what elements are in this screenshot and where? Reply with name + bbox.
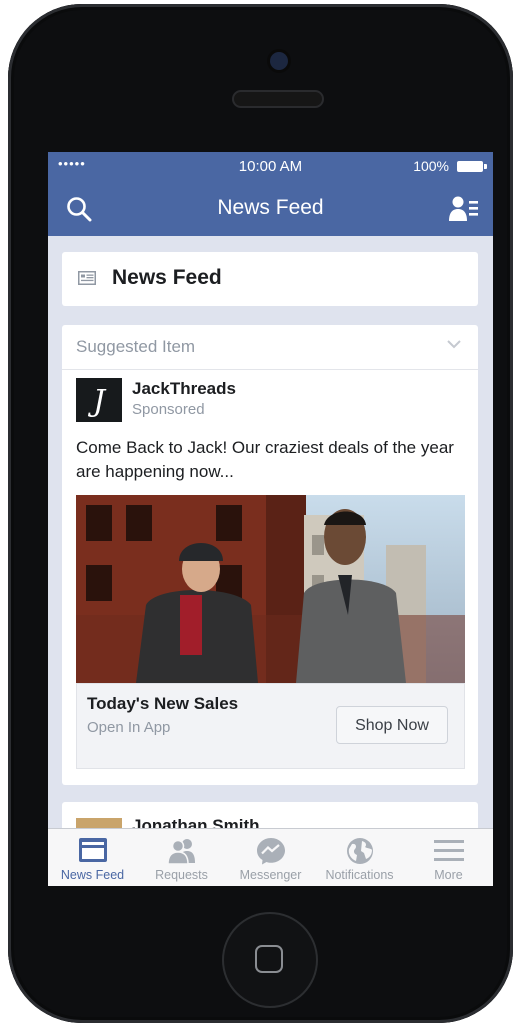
messenger-icon bbox=[257, 838, 285, 865]
tab-requests[interactable]: Requests bbox=[137, 829, 226, 886]
suggested-label: Suggested Item bbox=[76, 337, 196, 356]
ad-subtitle: Open In App bbox=[87, 719, 171, 736]
sponsored-label: Sponsored bbox=[132, 401, 205, 418]
globe-icon bbox=[347, 838, 373, 864]
tab-news-feed[interactable]: News Feed bbox=[48, 829, 137, 886]
nav-title: News Feed bbox=[217, 196, 324, 219]
nav-bar: News Feed bbox=[48, 180, 493, 236]
tab-more[interactable]: More bbox=[404, 829, 493, 886]
tab-messenger[interactable]: Messenger bbox=[226, 829, 315, 886]
page-name[interactable]: JackThreads bbox=[132, 379, 236, 399]
tab-notifications[interactable]: Notifications bbox=[315, 829, 404, 886]
front-camera bbox=[270, 52, 288, 70]
friend-requests-icon[interactable] bbox=[449, 195, 479, 223]
news-feed-icon bbox=[78, 271, 96, 285]
tab-label: News Feed bbox=[60, 868, 125, 882]
avatar[interactable]: J bbox=[76, 378, 122, 422]
home-square-icon bbox=[255, 945, 283, 973]
status-bar: ••••• 10:00 AM 100% bbox=[48, 152, 493, 180]
divider bbox=[62, 369, 478, 370]
home-button[interactable] bbox=[222, 912, 318, 1008]
requests-icon bbox=[167, 839, 195, 865]
sponsored-post-card: Suggested Item J JackThreads Sponsored C… bbox=[62, 325, 478, 785]
tab-label: Messenger bbox=[239, 868, 302, 882]
earpiece-speaker bbox=[232, 90, 324, 108]
app-screen: ••••• 10:00 AM 100% News Feed News Feed bbox=[48, 152, 493, 886]
post-text: Come Back to Jack! Our craziest deals of… bbox=[76, 438, 454, 481]
battery-icon bbox=[457, 161, 487, 172]
menu-icon bbox=[434, 840, 464, 861]
feed-header-title: News Feed bbox=[112, 266, 222, 289]
tab-label: More bbox=[434, 868, 463, 882]
ad-title: Today's New Sales bbox=[87, 694, 239, 713]
tab-label: Requests bbox=[155, 868, 208, 882]
news-feed-icon bbox=[79, 838, 107, 862]
chevron-down-icon[interactable] bbox=[446, 338, 462, 350]
shop-now-button[interactable]: Shop Now bbox=[336, 706, 448, 744]
feed-header: News Feed bbox=[62, 252, 478, 306]
tab-label: Notifications bbox=[325, 868, 394, 882]
battery-percent: 100% bbox=[413, 158, 449, 174]
ad-image[interactable] bbox=[76, 495, 465, 683]
tab-bar: News Feed Requests Messenger Notificatio… bbox=[48, 828, 493, 886]
ad-footer: Today's New Sales Open In App Shop Now bbox=[76, 683, 465, 769]
